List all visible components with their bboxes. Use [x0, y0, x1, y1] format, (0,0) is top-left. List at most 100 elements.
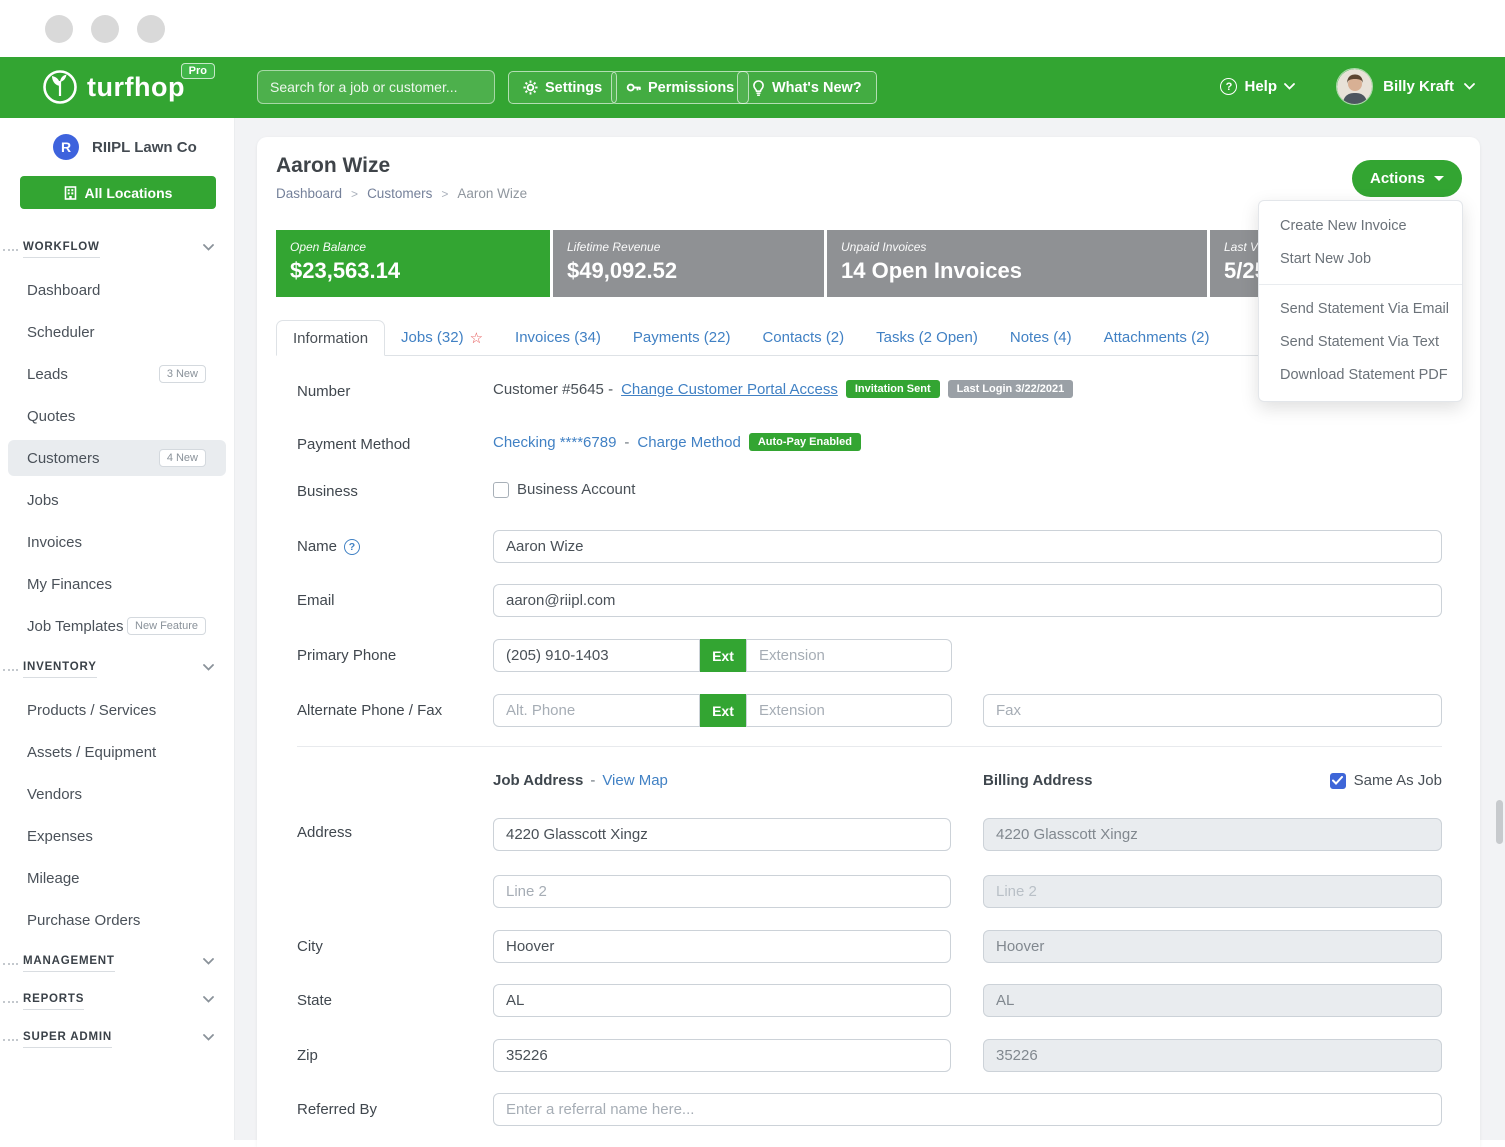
company-name: RIIPL Lawn Co — [92, 139, 197, 156]
stat-value: 14 Open Invoices — [841, 258, 1193, 284]
lightbulb-icon — [752, 80, 765, 96]
job-city-input[interactable] — [493, 930, 951, 963]
section-reports[interactable]: REPORTS — [0, 993, 214, 1017]
tab-label: Information — [293, 330, 368, 347]
same-as-job-checkbox[interactable] — [1330, 773, 1346, 789]
tab-information[interactable]: Information — [276, 320, 385, 356]
breadcrumb-dashboard[interactable]: Dashboard — [276, 186, 342, 201]
view-map-link[interactable]: View Map — [602, 772, 668, 789]
all-locations-label: All Locations — [85, 185, 173, 201]
sidebar-item-job-templates[interactable]: Job Templates New Feature — [0, 605, 234, 647]
sidebar-item-customers[interactable]: Customers 4 New — [8, 440, 226, 476]
actions-button[interactable]: Actions — [1352, 160, 1462, 197]
business-account-checkbox[interactable] — [493, 482, 509, 498]
menu-item-download-statement-pdf[interactable]: Download Statement PDF — [1259, 359, 1462, 392]
tab-invoices[interactable]: Invoices (34) — [499, 320, 617, 355]
sidebar-item-dashboard[interactable]: Dashboard — [0, 269, 234, 311]
sidebar-item-scheduler[interactable]: Scheduler — [0, 311, 234, 353]
section-inventory[interactable]: INVENTORY — [0, 661, 214, 685]
section-management[interactable]: MANAGEMENT — [0, 955, 214, 979]
scrollbar-thumb[interactable] — [1496, 800, 1503, 844]
section-dots — [3, 963, 18, 965]
help-menu[interactable]: ? Help — [1220, 78, 1295, 95]
billing-address-input — [983, 818, 1442, 851]
payment-method-label: Payment Method — [297, 436, 410, 453]
sidebar: R RIIPL Lawn Co All Locations WORKFLOW D… — [0, 118, 235, 1140]
sidebar-item-label: Leads — [27, 366, 68, 383]
window-dot — [137, 15, 165, 43]
section-super-admin[interactable]: SUPER ADMIN — [0, 1031, 214, 1055]
all-locations-button[interactable]: All Locations — [20, 176, 216, 209]
primary-phone-extension-input[interactable] — [746, 639, 952, 672]
tab-attachments[interactable]: Attachments (2) — [1088, 320, 1226, 355]
sidebar-item-products-services[interactable]: Products / Services — [0, 689, 234, 731]
alt-phone-input[interactable] — [493, 694, 700, 727]
tab-label: Attachments (2) — [1104, 329, 1210, 346]
email-input[interactable] — [493, 584, 1442, 617]
number-label: Number — [297, 383, 350, 400]
primary-phone-input[interactable] — [493, 639, 700, 672]
chevron-down-icon — [203, 664, 214, 671]
job-address-header: Job Address - View Map — [493, 772, 668, 789]
stat-value: $49,092.52 — [567, 258, 810, 284]
name-label: Name ? — [297, 538, 360, 555]
tab-notes[interactable]: Notes (4) — [994, 320, 1088, 355]
whats-new-button[interactable]: What's New? — [737, 71, 877, 104]
ext-label: Ext — [700, 639, 746, 672]
actions-dropdown-menu: Create New Invoice Start New Job Send St… — [1258, 200, 1463, 402]
job-zip-input[interactable] — [493, 1039, 951, 1072]
window-dot — [91, 15, 119, 43]
address-label: Address — [297, 824, 352, 841]
tab-tasks[interactable]: Tasks (2 Open) — [860, 320, 994, 355]
menu-item-start-new-job[interactable]: Start New Job — [1259, 243, 1462, 276]
tab-contacts[interactable]: Contacts (2) — [746, 320, 860, 355]
settings-button[interactable]: Settings — [508, 71, 617, 104]
sidebar-item-label: Assets / Equipment — [27, 744, 156, 761]
tab-payments[interactable]: Payments (22) — [617, 320, 747, 355]
fax-input[interactable] — [983, 694, 1442, 727]
sidebar-item-vendors[interactable]: Vendors — [0, 773, 234, 815]
job-address-line2-input[interactable] — [493, 875, 951, 908]
name-help-icon[interactable]: ? — [344, 539, 360, 555]
user-photo-icon — [1337, 69, 1373, 105]
sidebar-item-expenses[interactable]: Expenses — [0, 815, 234, 857]
sidebar-item-my-finances[interactable]: My Finances — [0, 563, 234, 605]
user-menu[interactable]: Billy Kraft — [1336, 68, 1475, 105]
stat-label: Unpaid Invoices — [841, 240, 1193, 254]
stat-unpaid-invoices: Unpaid Invoices 14 Open Invoices — [827, 230, 1207, 297]
payment-method-link[interactable]: Checking ****6789 — [493, 434, 616, 451]
section-title: WORKFLOW — [23, 241, 100, 258]
change-portal-access-link[interactable]: Change Customer Portal Access — [621, 381, 838, 398]
tab-jobs[interactable]: Jobs (32) ☆ — [385, 320, 499, 355]
business-label: Business — [297, 483, 358, 500]
company-account[interactable]: R RIIPL Lawn Co — [0, 132, 234, 162]
menu-item-send-statement-email[interactable]: Send Statement Via Email — [1259, 293, 1462, 326]
sidebar-item-purchase-orders[interactable]: Purchase Orders — [0, 899, 234, 941]
sidebar-item-mileage[interactable]: Mileage — [0, 857, 234, 899]
menu-item-create-new-invoice[interactable]: Create New Invoice — [1259, 210, 1462, 243]
alt-phone-extension-input[interactable] — [746, 694, 952, 727]
stat-open-balance: Open Balance $23,563.14 — [276, 230, 550, 297]
breadcrumb-customers[interactable]: Customers — [367, 186, 432, 201]
job-address-input[interactable] — [493, 818, 951, 851]
check-icon — [1332, 776, 1343, 785]
job-state-input[interactable] — [493, 984, 951, 1017]
sidebar-item-label: Jobs — [27, 492, 59, 509]
help-icon: ? — [1220, 78, 1237, 95]
permissions-button[interactable]: Permissions — [611, 71, 749, 104]
charge-method-link[interactable]: Charge Method — [637, 434, 740, 451]
sidebar-item-invoices[interactable]: Invoices — [0, 521, 234, 563]
referred-by-input[interactable] — [493, 1093, 1442, 1126]
section-dots — [3, 249, 18, 251]
name-input[interactable] — [493, 530, 1442, 563]
sidebar-item-label: Invoices — [27, 534, 82, 551]
search-input[interactable] — [257, 70, 495, 104]
payment-method-row: Checking ****6789 - Charge Method Auto-P… — [493, 433, 861, 451]
sidebar-item-assets-equipment[interactable]: Assets / Equipment — [0, 731, 234, 773]
separator: - — [624, 434, 629, 451]
section-workflow[interactable]: WORKFLOW — [0, 241, 214, 265]
menu-item-send-statement-text[interactable]: Send Statement Via Text — [1259, 326, 1462, 359]
sidebar-item-quotes[interactable]: Quotes — [0, 395, 234, 437]
sidebar-item-jobs[interactable]: Jobs — [0, 479, 234, 521]
sidebar-item-leads[interactable]: Leads 3 New — [0, 353, 234, 395]
